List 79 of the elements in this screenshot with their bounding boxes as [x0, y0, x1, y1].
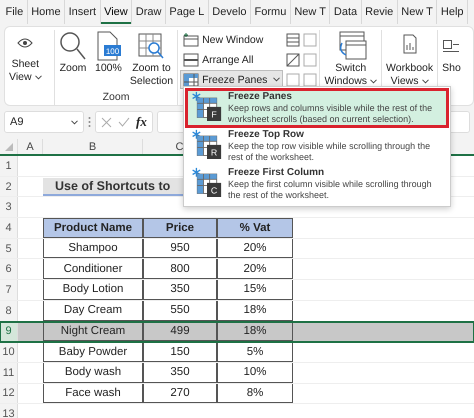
row-number[interactable]: 11 — [0, 362, 18, 383]
sheet-view-button[interactable]: Sheet View — [7, 30, 44, 105]
table-cell: Body wash — [43, 362, 143, 383]
magnifier-icon — [59, 31, 87, 61]
show-icon — [443, 40, 460, 52]
name-box[interactable]: A9 — [4, 111, 84, 133]
table-cell: 15% — [217, 280, 293, 300]
row-number[interactable]: 8 — [0, 300, 18, 320]
ribbon-tab[interactable]: Revie — [362, 0, 398, 24]
ribbon-tab[interactable]: Data — [330, 0, 362, 24]
row-number[interactable]: 12 — [0, 384, 18, 404]
ribbon-tab[interactable]: View — [100, 0, 132, 24]
row-number[interactable]: 10 — [0, 342, 18, 362]
row-number[interactable]: 3 — [0, 197, 18, 218]
stacked-windows-icon — [183, 52, 200, 66]
show-button[interactable]: Sho — [440, 30, 463, 75]
table-cell: 800 — [143, 259, 217, 280]
ribbon-tab[interactable]: Home — [28, 0, 66, 24]
table-header-cell: Product Name — [43, 218, 143, 238]
chevron-down-icon — [370, 78, 378, 84]
chevron-down-icon — [273, 77, 280, 82]
corner-triangle-icon — [4, 142, 12, 150]
eye-icon — [17, 37, 34, 49]
table-header-cell: Price — [143, 218, 217, 238]
column-header[interactable]: A — [18, 139, 43, 154]
table-cell: 270 — [143, 384, 217, 404]
ribbon-tab[interactable]: New T — [398, 0, 438, 24]
table-cell: 18% — [217, 322, 293, 342]
table-cell: 5% — [217, 342, 293, 362]
table-header-cell: % Vat — [217, 218, 293, 238]
more-dots-icon — [88, 116, 91, 128]
table-cell: 350 — [143, 362, 217, 383]
table-cell: Night Cream — [43, 322, 143, 342]
ribbon-tab[interactable]: Draw — [132, 0, 166, 24]
ribbon-tab[interactable]: Formu — [251, 0, 291, 24]
table-cell: Baby Powder — [43, 342, 143, 362]
ribbon-tab[interactable]: Page L — [166, 0, 209, 24]
ribbon-tab[interactable]: Insert — [65, 0, 101, 24]
table-cell: 350 — [143, 280, 217, 300]
chevron-down-icon — [71, 120, 78, 124]
new-window-button[interactable]: New Window — [180, 30, 284, 49]
zoom-100-button[interactable]: 100 100% — [93, 30, 124, 91]
row-number[interactable]: 4 — [0, 218, 18, 238]
table-cell: 950 — [143, 238, 217, 258]
menu-item[interactable]: F Freeze Panes Keep rows and columns visible while the rest of the worksheet scrolls (based on current selection). — [186, 89, 448, 127]
row-number[interactable]: 6 — [0, 259, 18, 280]
row-number[interactable]: 7 — [0, 280, 18, 300]
row-number[interactable]: 13 — [0, 404, 18, 418]
check-icon[interactable] — [118, 117, 130, 127]
chevron-down-icon — [34, 74, 42, 80]
table-cell: 499 — [143, 322, 217, 342]
column-header[interactable]: B — [43, 139, 143, 154]
chevron-down-icon — [422, 78, 428, 84]
ribbon-tab[interactable]: Develo — [208, 0, 252, 24]
table-cell: Body Lotion — [43, 280, 143, 300]
row-number[interactable]: 9 — [0, 322, 18, 342]
ribbon-tab[interactable]: File — [2, 0, 28, 24]
cancel-icon[interactable] — [101, 116, 112, 128]
window-plus-icon — [183, 32, 200, 46]
table-cell: Conditioner — [43, 259, 143, 280]
table-cell: 10% — [217, 362, 293, 383]
ribbon-tab[interactable]: Help — [437, 0, 468, 24]
ribbon-tab[interactable]: New T — [290, 0, 330, 24]
table-cell: 20% — [217, 238, 293, 258]
table-cell: 8% — [217, 384, 293, 404]
row-number[interactable]: 2 — [0, 176, 18, 196]
grid-magnifier-icon — [137, 31, 166, 61]
zoom-to-selection-button[interactable]: Zoom to Selection — [128, 30, 176, 91]
table-cell: 150 — [143, 342, 217, 362]
row-number[interactable]: 1 — [0, 156, 18, 176]
arrange-all-button[interactable]: Arrange All — [180, 50, 284, 69]
insert-function-button[interactable]: fx — [136, 114, 147, 130]
row-number[interactable]: 5 — [0, 238, 18, 258]
workbook-views-button[interactable]: Workbook Views — [384, 30, 436, 88]
table-cell: Shampoo — [43, 238, 143, 258]
table-cell: Face wash — [43, 384, 143, 404]
table-cell: 20% — [217, 259, 293, 280]
group-label: Zoom — [102, 91, 130, 105]
zoom-button[interactable]: Zoom — [57, 30, 89, 91]
